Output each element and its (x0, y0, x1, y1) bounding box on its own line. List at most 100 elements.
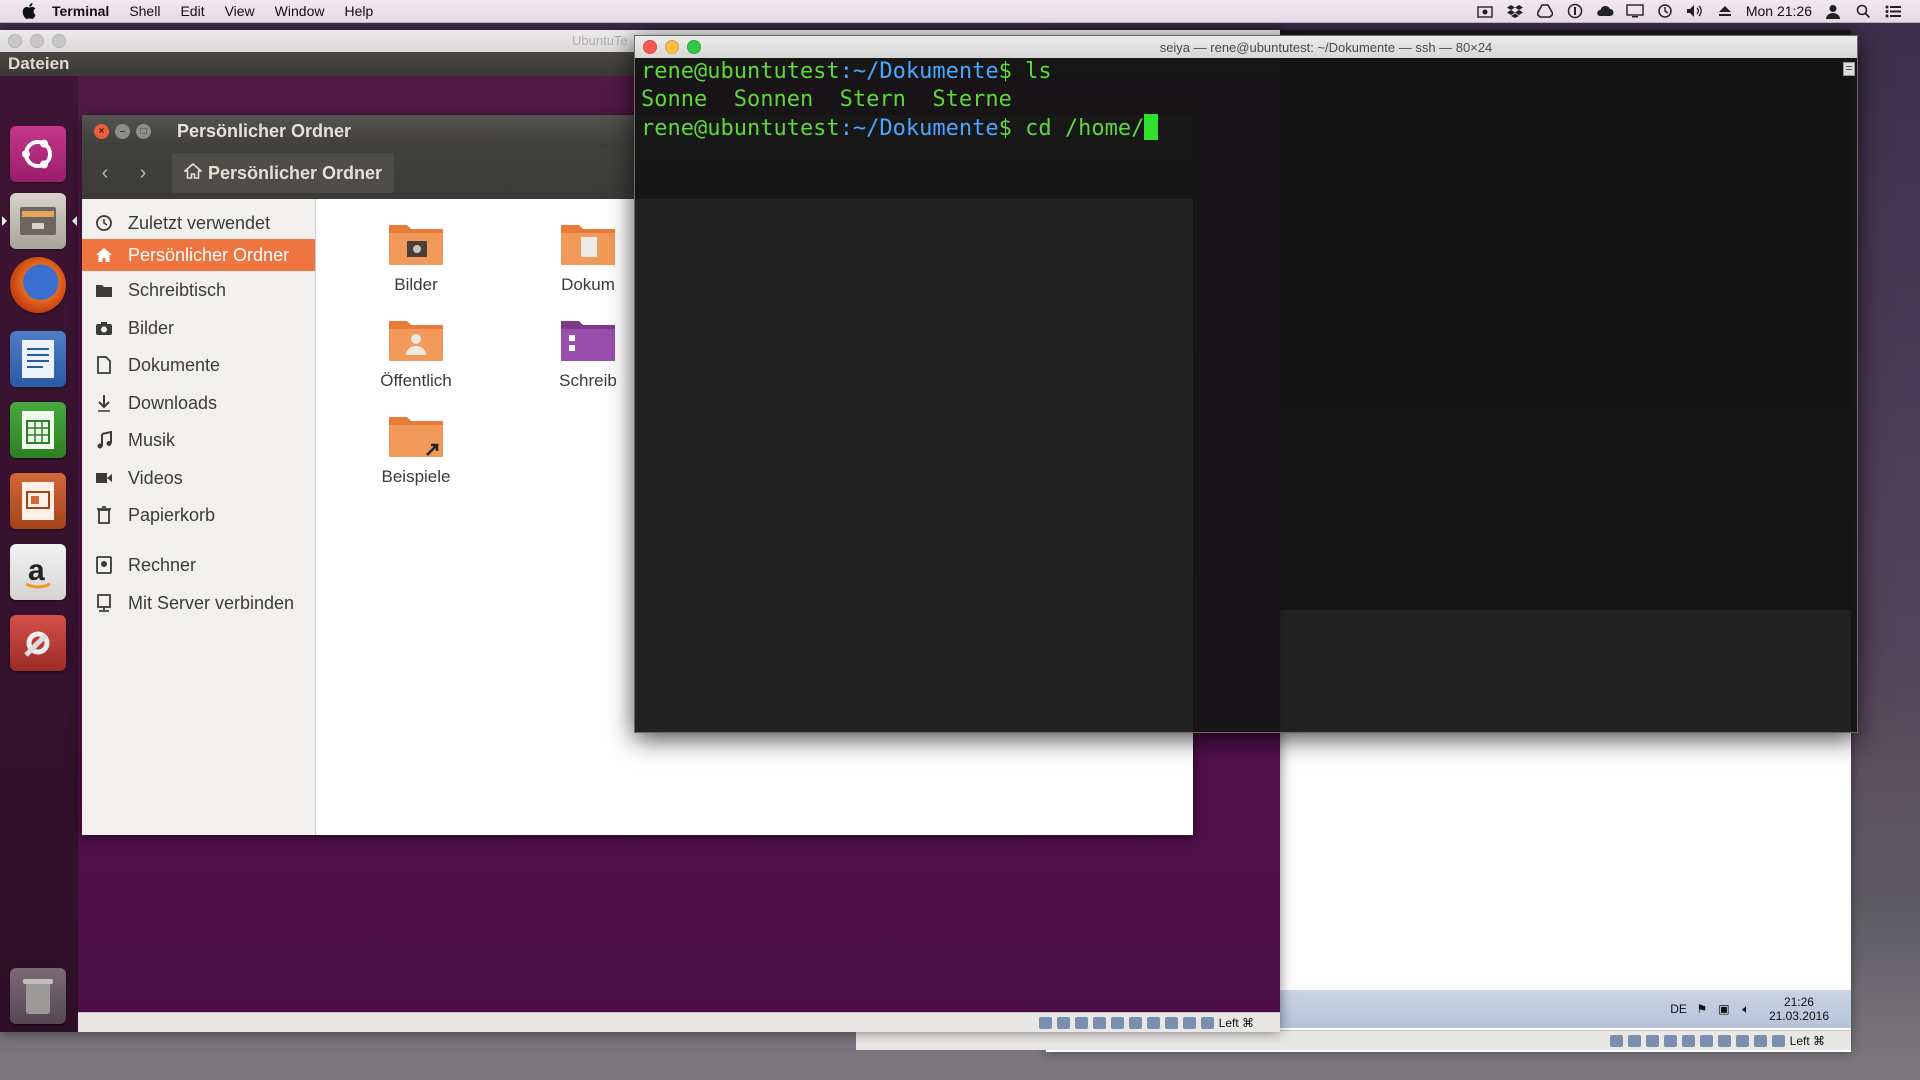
writer-icon[interactable] (10, 331, 66, 387)
sidebar-item-music[interactable]: Musik (82, 424, 315, 456)
status-icon[interactable] (1609, 1034, 1623, 1047)
vm-close-button[interactable] (8, 34, 22, 48)
vm-minimize-button[interactable] (30, 34, 44, 48)
menu-shell[interactable]: Shell (129, 3, 160, 19)
user-icon[interactable] (1824, 3, 1842, 19)
vm-zoom-button[interactable] (52, 34, 66, 48)
terminal-window: seiya — rene@ubuntutest: ~/Dokumente — s… (634, 35, 1858, 733)
folder-item-dokumente[interactable]: Dokum (528, 219, 648, 295)
terminal-titlebar[interactable]: seiya — rene@ubuntutest: ~/Dokumente — s… (635, 36, 1857, 58)
cloud-icon[interactable] (1596, 3, 1614, 19)
menu-terminal[interactable]: Terminal (52, 3, 109, 19)
folder-examples-icon (387, 411, 445, 459)
speaker-icon[interactable]: 🔈︎ (1739, 1002, 1753, 1016)
close-button[interactable]: × (94, 123, 109, 139)
macos-menubar: Terminal Shell Edit View Window Help Mon… (0, 0, 1920, 23)
file-manager-title: Persönlicher Ordner (177, 120, 352, 141)
status-icon[interactable] (1771, 1034, 1785, 1047)
status-icon[interactable] (1200, 1016, 1214, 1029)
notification-center-icon[interactable] (1884, 3, 1902, 19)
taskbar-clock[interactable]: 21:26 21.03.2016 (1769, 995, 1829, 1023)
impress-icon[interactable] (10, 473, 66, 529)
menu-help[interactable]: Help (344, 3, 373, 19)
status-icon[interactable] (1164, 1016, 1178, 1029)
back-button[interactable]: ‹ (90, 158, 120, 188)
status-icon[interactable] (1110, 1016, 1124, 1029)
status-icon[interactable] (1056, 1016, 1070, 1029)
drive-icon[interactable] (1536, 3, 1554, 19)
trash-icon[interactable] (10, 968, 66, 1024)
spotlight-icon[interactable] (1854, 3, 1872, 19)
folder-item-beispiele[interactable]: Beispiele (356, 411, 476, 487)
trash-icon (94, 505, 114, 525)
breadcrumb-home[interactable]: Persönlicher Ordner (172, 153, 395, 193)
sidebar-item-connect-server[interactable]: Mit Server verbinden (82, 587, 315, 619)
time-machine-icon[interactable] (1656, 3, 1674, 19)
prompt-symbol: $ (998, 116, 1026, 141)
apple-icon[interactable] (20, 2, 38, 20)
maximize-button[interactable]: □ (136, 123, 151, 139)
status-icon[interactable] (1182, 1016, 1196, 1029)
sidebar-item-videos[interactable]: Videos (82, 462, 315, 494)
status-icon[interactable] (1146, 1016, 1160, 1029)
minimize-button[interactable]: – (115, 123, 130, 139)
status-icon[interactable] (1735, 1034, 1749, 1047)
prompt-path: :~/Dokumente (839, 116, 999, 141)
terminal-scrollbar[interactable] (1843, 62, 1855, 76)
status-icon[interactable] (1753, 1034, 1767, 1047)
menu-window[interactable]: Window (275, 3, 325, 19)
sidebar-item-downloads[interactable]: Downloads (82, 387, 315, 419)
sidebar-item-home[interactable]: Persönlicher Ordner (82, 239, 315, 271)
folder-label: Bilder (394, 275, 438, 294)
system-settings-icon[interactable] (10, 615, 66, 671)
sidebar-item-label: Rechner (128, 554, 197, 575)
sidebar-item-recent[interactable]: Zuletzt verwendet (82, 207, 315, 239)
sidebar-item-computer[interactable]: Rechner (82, 549, 315, 581)
status-icon[interactable] (1128, 1016, 1142, 1029)
calc-icon[interactable] (10, 402, 66, 458)
ubuntu-dash-icon[interactable] (10, 126, 66, 182)
dropbox-icon[interactable] (1506, 3, 1524, 19)
language-indicator[interactable]: DE (1670, 1002, 1687, 1016)
command-text: cd /home/ (1025, 116, 1145, 141)
amazon-icon[interactable]: a (10, 544, 66, 600)
sidebar-item-pictures[interactable]: Bilder (82, 312, 315, 344)
menu-edit[interactable]: Edit (180, 3, 204, 19)
breadcrumb-label: Persönlicher Ordner (208, 162, 383, 183)
folder-item-schreibtisch[interactable]: Schreib (528, 315, 648, 391)
files-icon[interactable] (10, 193, 66, 249)
folder-label: Schreib (559, 371, 617, 390)
eject-icon[interactable] (1716, 3, 1734, 19)
menubar-clock[interactable]: Mon 21:26 (1746, 3, 1812, 19)
network-icon[interactable]: ▣ (1717, 1002, 1731, 1016)
sidebar-item-desktop[interactable]: Schreibtisch (82, 274, 315, 306)
forward-button[interactable]: › (128, 158, 158, 188)
sidebar-item-label: Downloads (128, 392, 218, 413)
status-icon[interactable] (1699, 1034, 1713, 1047)
taskbar-date: 21.03.2016 (1768, 1009, 1829, 1023)
sidebar-item-documents[interactable]: Dokumente (82, 349, 315, 381)
status-icon[interactable] (1038, 1016, 1052, 1029)
flag-icon[interactable]: ⚑ (1695, 1002, 1709, 1016)
status-icon[interactable] (1627, 1034, 1641, 1047)
display-icon[interactable] (1626, 3, 1644, 19)
info-icon[interactable] (1566, 3, 1584, 19)
status-icon[interactable] (1717, 1034, 1731, 1047)
command-text: ls (1025, 59, 1052, 84)
status-icon[interactable] (1681, 1034, 1695, 1047)
status-icon[interactable] (1645, 1034, 1659, 1047)
download-icon (94, 393, 114, 413)
folder-label: Dokum (561, 275, 615, 294)
firefox-icon[interactable] (10, 257, 66, 313)
terminal-content[interactable]: rene@ubuntutest:~/Dokumente$ ls Sonne So… (641, 58, 1839, 732)
volume-icon[interactable] (1686, 3, 1704, 19)
folder-item-oeffentlich[interactable]: Öffentlich (356, 315, 476, 391)
status-icon[interactable] (1092, 1016, 1106, 1029)
status-icon[interactable] (1663, 1034, 1677, 1047)
status-icon[interactable] (1074, 1016, 1088, 1029)
menu-view[interactable]: View (225, 3, 255, 19)
folder-item-bilder[interactable]: Bilder (356, 219, 476, 295)
sidebar-item-trash[interactable]: Papierkorb (82, 499, 315, 531)
folder-documents-icon (559, 219, 617, 267)
screen-record-icon[interactable] (1476, 3, 1494, 19)
